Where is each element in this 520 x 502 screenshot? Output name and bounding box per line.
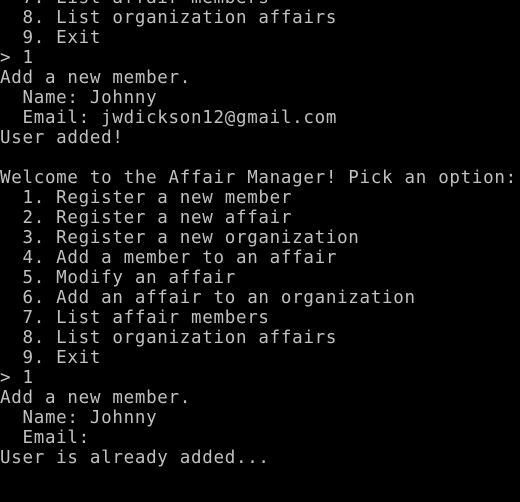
status-message: User added! (0, 128, 124, 148)
menu-option-9: 9. Exit (0, 348, 102, 368)
menu-option-9: 9. Exit (0, 28, 102, 48)
menu-option-8: 8. List organization affairs (0, 328, 338, 348)
input-line[interactable] (0, 468, 520, 488)
menu-option-7: 7. List affair members (0, 308, 270, 328)
status-message: User is already added... (0, 448, 270, 468)
menu-option-4: 4. Add a member to an affair (0, 248, 338, 268)
user-input-choice: > 1 (0, 368, 34, 388)
menu-option-5: 5. Modify an affair (0, 268, 236, 288)
welcome-message: Welcome to the Affair Manager! Pick an o… (0, 168, 517, 188)
menu-option-8: 8. List organization affairs (0, 8, 338, 28)
menu-option-3: 3. Register a new organization (0, 228, 360, 248)
email-prompt: Email: jwdickson12@gmail.com (0, 108, 338, 128)
menu-option-2: 2. Register a new affair (0, 208, 293, 228)
user-input-choice: > 1 (0, 48, 34, 68)
console-output[interactable]: 7. List affair members 8. List organizat… (0, 0, 520, 502)
menu-option-1: 1. Register a new member (0, 188, 293, 208)
email-prompt: Email: (0, 428, 90, 448)
menu-option-7: 7. List affair members (0, 0, 520, 8)
add-member-heading: Add a new member. (0, 388, 192, 408)
add-member-heading: Add a new member. (0, 68, 192, 88)
name-prompt: Name: Johnny (0, 88, 158, 108)
menu-option-6: 6. Add an affair to an organization (0, 288, 416, 308)
name-prompt: Name: Johnny (0, 408, 158, 428)
